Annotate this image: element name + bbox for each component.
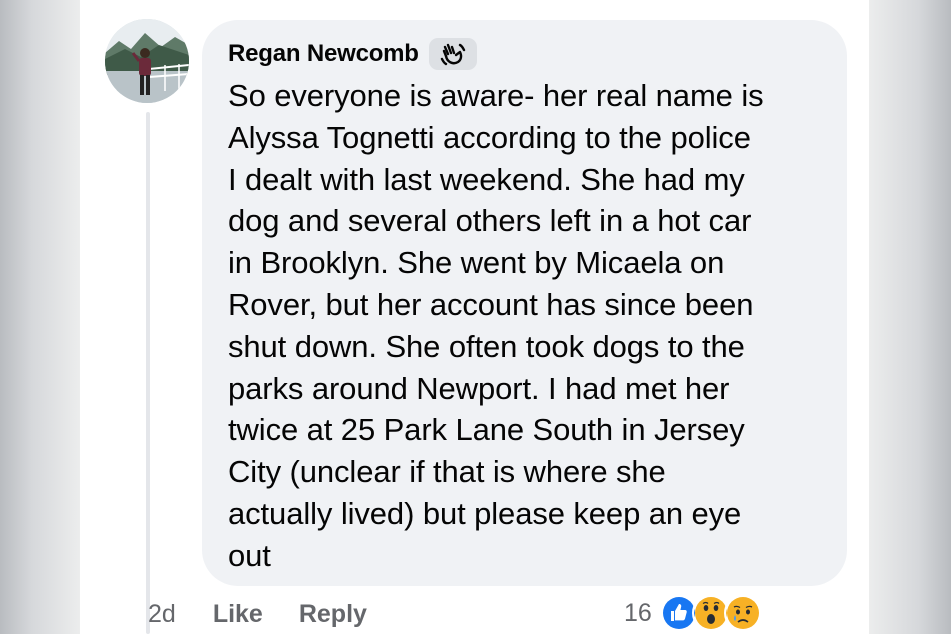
author-name[interactable]: Regan Newcomb — [228, 40, 419, 68]
blurred-left-edge — [0, 0, 80, 634]
reactions-summary[interactable]: 16 — [624, 594, 762, 632]
thread-line — [146, 112, 150, 634]
comment-bubble: Regan Newcomb So everyone is aware- her … — [202, 20, 847, 586]
author-row: Regan Newcomb — [228, 37, 477, 71]
sad-reaction-icon — [723, 594, 762, 632]
comment-actions: 2d Like Reply — [148, 598, 367, 630]
avatar-photo — [105, 19, 189, 103]
blurred-right-edge — [869, 0, 951, 634]
waving-hand-icon[interactable] — [428, 38, 477, 70]
timestamp[interactable]: 2d — [148, 600, 176, 629]
comment-panel: Regan Newcomb So everyone is aware- her … — [80, 0, 869, 634]
avatar[interactable] — [105, 19, 189, 103]
reply-button[interactable]: Reply — [299, 600, 367, 629]
like-button[interactable]: Like — [213, 600, 263, 629]
reaction-count: 16 — [624, 598, 652, 627]
comment-text: So everyone is aware- her real name is A… — [228, 78, 764, 573]
